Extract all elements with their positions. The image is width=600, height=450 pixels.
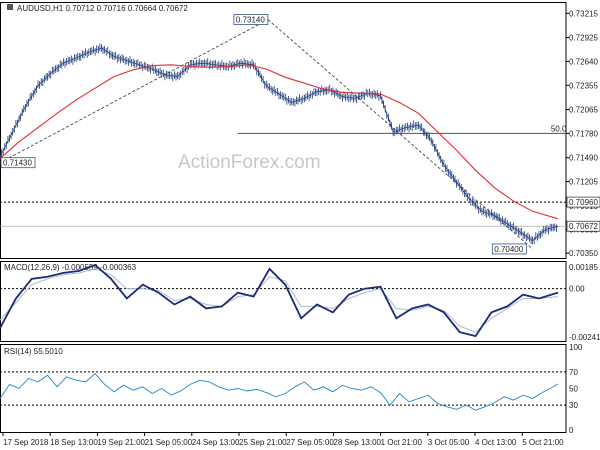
- macd-panel: MACD(12,26,9) -0.000559 -0.000363 0.00185…: [0, 261, 600, 342]
- macd-y-label: 0.00185: [569, 263, 598, 272]
- main-price-panel: ActionForex.com AUDUSD,H1 0.70712 0.70716…: [0, 2, 600, 259]
- rsi-y-label: 0: [569, 426, 574, 435]
- x-axis: 17 Sep 2018 18 Sep 13:00 19 Sep 21:00 21 Se…: [2, 433, 564, 447]
- macd-title: MACD(12,26,9) -0.000559 -0.000363: [4, 263, 137, 272]
- rsi-y-label: 30: [569, 401, 578, 410]
- rsi-title: RSI(14) 55.5010: [4, 347, 63, 356]
- x-tick-label: 19 Sep 21:00: [97, 438, 145, 447]
- x-tick-label: 17 Sep 2018: [3, 438, 49, 447]
- y-tick-label: 0.70350: [569, 249, 598, 258]
- trendline-up: [0, 19, 269, 164]
- moving-average-line: [0, 64, 559, 220]
- y-tick-label: 0.71490: [569, 154, 598, 163]
- fib-50-label: 50.0: [551, 124, 567, 133]
- chart-canvas: ActionForex.com AUDUSD,H1 0.70712 0.70716…: [0, 2, 600, 447]
- x-tick-label: 25 Sep 21:00: [239, 438, 287, 447]
- x-tick-label: 24 Sep 13:00: [192, 438, 240, 447]
- x-tick-label: 5 Oct 21:00: [522, 438, 564, 447]
- level-label: 0.70672: [569, 222, 598, 231]
- x-tick-label: 27 Sep 05:00: [286, 438, 334, 447]
- macd-y-label: 0.00: [569, 285, 585, 294]
- x-tick-label: 4 Oct 13:00: [475, 438, 517, 447]
- y-tick-label: 0.72065: [569, 106, 598, 115]
- x-tick-label: 3 Oct 05:00: [428, 438, 470, 447]
- main-frame: [0, 2, 567, 259]
- x-tick-label: 18 Sep 13:00: [50, 438, 98, 447]
- symbol-icon: [7, 4, 13, 10]
- y-tick-label: 0.71205: [569, 178, 598, 187]
- watermark-text: ActionForex.com: [178, 152, 321, 173]
- macd-line: [0, 263, 559, 338]
- rsi-frame: [0, 344, 567, 433]
- rsi-y-label: 100: [569, 343, 583, 352]
- x-tick-label: 21 Sep 05:00: [145, 438, 193, 447]
- rsi-panel: RSI(14) 55.5010 100 70 50 30 0: [0, 343, 583, 435]
- level-label: 0.70960: [569, 198, 598, 207]
- main-title: AUDUSD,H1 0.70712 0.70716 0.70664 0.7067…: [17, 4, 188, 13]
- price-annotation: 0.71430: [3, 159, 32, 168]
- price-line: [0, 47, 559, 242]
- rsi-line: [0, 372, 559, 411]
- price-annotation: 0.73140: [236, 16, 265, 25]
- x-tick-label: 28 Sep 13:00: [333, 438, 381, 447]
- y-tick-label: 0.71780: [569, 129, 598, 138]
- rsi-y-label: 50: [569, 385, 578, 394]
- y-tick-label: 0.72925: [569, 34, 598, 43]
- x-tick-label: 1 Oct 21:00: [381, 438, 423, 447]
- y-tick-label: 0.72640: [569, 57, 598, 66]
- macd-y-label: -0.00241: [569, 333, 600, 342]
- price-annotation: 0.70400: [494, 245, 523, 254]
- y-tick-label: 0.73215: [569, 9, 598, 18]
- rsi-y-label: 70: [569, 368, 578, 377]
- macd-frame: [0, 261, 567, 342]
- y-tick-label: 0.72355: [569, 81, 598, 90]
